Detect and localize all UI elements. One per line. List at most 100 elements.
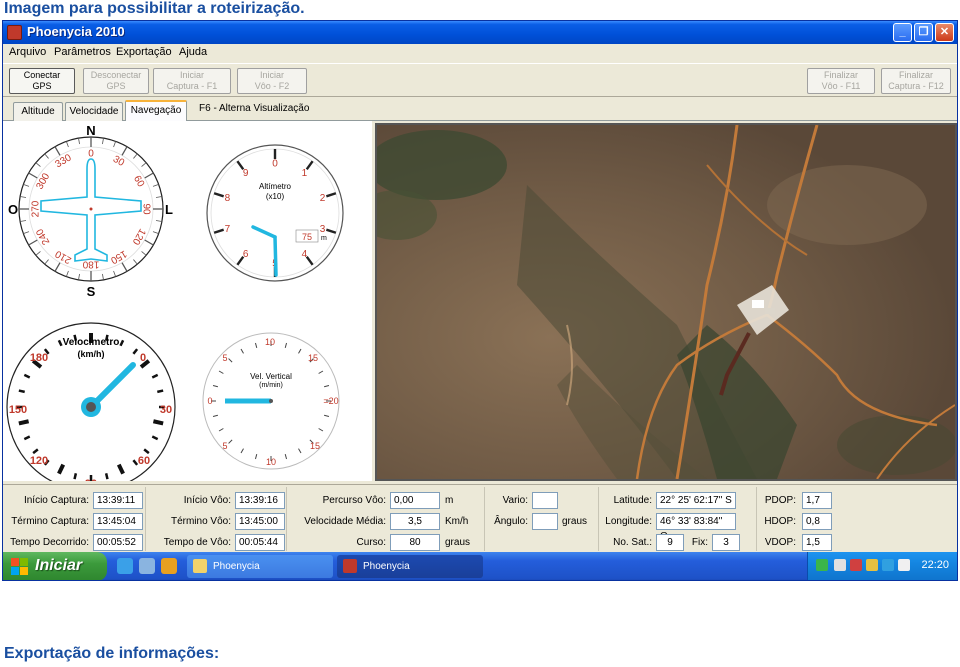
vario-label-15-bottom: 15 bbox=[310, 441, 320, 451]
folder-icon bbox=[193, 559, 207, 573]
position-group: Latitude: 22° 25' 62:17" S Longitude: 46… bbox=[602, 487, 757, 551]
tab-navegacao[interactable]: Navegação bbox=[125, 100, 187, 122]
explorer-icon[interactable] bbox=[139, 558, 155, 574]
tray-icon[interactable] bbox=[850, 559, 862, 571]
close-button[interactable]: ✕ bbox=[935, 23, 954, 42]
flight-duration-field: 00:05:44 bbox=[235, 534, 285, 551]
compass-west-label: O bbox=[8, 202, 18, 217]
satellite-map-image bbox=[377, 125, 955, 479]
vario-field-label: Vario: bbox=[502, 495, 528, 506]
flight-start-label: Início Vôo: bbox=[183, 495, 231, 506]
status-panel: Início Captura: 13:39:11 Término Captura… bbox=[3, 484, 957, 552]
tab-altitude[interactable]: Altitude bbox=[13, 102, 63, 121]
tray-icon[interactable] bbox=[816, 559, 828, 571]
minimize-button[interactable]: _ bbox=[893, 23, 912, 42]
tray-icon[interactable] bbox=[866, 559, 878, 571]
course-unit: graus bbox=[445, 537, 471, 548]
altimeter-number-7: 7 bbox=[225, 224, 231, 235]
capture-times-group: Início Captura: 13:39:11 Término Captura… bbox=[3, 487, 146, 551]
task-label: Phoenycia bbox=[213, 561, 260, 572]
vdop-label: VDOP: bbox=[764, 537, 796, 548]
vario-title: Vel. Vertical bbox=[250, 372, 292, 381]
avg-speed-field: 3,5 bbox=[390, 513, 440, 530]
connect-gps-button[interactable]: Conectar GPS bbox=[9, 68, 75, 94]
instrument-panel: 0 30 60 90 120 150 180 210 240 270 300 330 N L S O … bbox=[3, 121, 372, 481]
dop-group: PDOP: 1,7 HDOP: 0,8 VDOP: 1,5 bbox=[760, 487, 957, 551]
toolbar: Conectar GPS Desconectar GPS Iniciar Cap… bbox=[3, 63, 957, 97]
menu-ajuda[interactable]: Ajuda bbox=[179, 46, 207, 58]
menu-exportacao[interactable]: Exportação bbox=[116, 46, 172, 58]
altimeter-number-3: 3 bbox=[320, 224, 326, 235]
compass-east-label: L bbox=[165, 202, 173, 217]
distance-field: 0,00 bbox=[390, 492, 440, 509]
tab-velocidade[interactable]: Velocidade bbox=[65, 102, 123, 121]
capture-elapsed-label: Tempo Decorrido: bbox=[10, 537, 89, 548]
angle-label: Ângulo: bbox=[494, 516, 528, 527]
angle-unit: graus bbox=[562, 516, 588, 527]
menu-parametros[interactable]: Parâmetros bbox=[54, 46, 111, 58]
vario-label-0: 0 bbox=[207, 396, 212, 406]
speed-label-60: 60 bbox=[138, 455, 150, 467]
hdop-field: 0,8 bbox=[802, 513, 832, 530]
menu-bar: Arquivo Parâmetros Exportação Ajuda bbox=[3, 44, 957, 62]
fix-label: Fix: bbox=[691, 537, 708, 548]
route-group: Percurso Vôo: 0,00 m Velocidade Média: 3… bbox=[290, 487, 485, 551]
flight-start-field: 13:39:16 bbox=[235, 492, 285, 509]
satellite-map[interactable] bbox=[375, 123, 957, 481]
altimeter-number-0: 0 bbox=[272, 159, 278, 170]
maximize-button[interactable]: ❐ bbox=[914, 23, 933, 42]
task-label: Phoenycia bbox=[363, 561, 410, 572]
satellites-field: 9 bbox=[656, 534, 684, 551]
tray-icon[interactable] bbox=[882, 559, 894, 571]
speed-label-30: 30 bbox=[160, 404, 172, 416]
menu-arquivo[interactable]: Arquivo bbox=[9, 46, 46, 58]
flight-times-group: Início Vôo: 13:39:16 Término Vôo: 13:45:… bbox=[149, 487, 287, 551]
start-flight-button[interactable]: Iniciar Vôo - F2 bbox=[237, 68, 307, 94]
fix-field: 3 bbox=[712, 534, 740, 551]
disconnect-gps-button[interactable]: Desconectar GPS bbox=[83, 68, 149, 94]
compass-tick-label-270: 270 bbox=[31, 200, 42, 217]
start-capture-button[interactable]: Iniciar Captura - F1 bbox=[153, 68, 231, 94]
altimeter-unit: (x10) bbox=[266, 192, 285, 201]
altimeter-number-2: 2 bbox=[320, 193, 326, 204]
start-button[interactable]: Iniciar bbox=[3, 552, 107, 580]
volume-icon[interactable] bbox=[898, 559, 910, 571]
hdop-label: HDOP: bbox=[764, 516, 796, 527]
title-bar[interactable]: Phoenycia 2010 _ ❐ ✕ bbox=[3, 21, 957, 44]
ie-icon[interactable] bbox=[117, 558, 133, 574]
capture-start-label: Início Captura: bbox=[23, 495, 89, 506]
gauge-tick bbox=[152, 419, 164, 426]
view-tabs: Altitude Velocidade Navegação F6 - Alter… bbox=[3, 99, 957, 122]
compass-south-label: S bbox=[87, 284, 96, 299]
avg-speed-unit: Km/h bbox=[445, 516, 469, 527]
avg-speed-label: Velocidade Média: bbox=[304, 516, 386, 527]
altimeter-number-6: 6 bbox=[243, 249, 249, 260]
flight-end-field: 13:45:00 bbox=[235, 513, 285, 530]
capture-start-field: 13:39:11 bbox=[93, 492, 143, 509]
latitude-field: 22° 25' 62:17" S bbox=[656, 492, 736, 509]
altimeter-number-8: 8 bbox=[225, 193, 231, 204]
speedometer-title: Velocímetro bbox=[63, 337, 120, 348]
capture-end-label: Término Captura: bbox=[11, 516, 89, 527]
altimeter-gauge: 0123456789 Altímetro (x10) 75 m bbox=[206, 144, 344, 282]
speed-label-150: 150 bbox=[9, 404, 27, 416]
altimeter-readout-unit: m bbox=[321, 235, 327, 242]
compass-tick-label-0: 0 bbox=[88, 149, 94, 160]
course-label: Curso: bbox=[356, 537, 386, 548]
app-icon bbox=[7, 25, 22, 40]
longitude-field: 46° 33' 83:84" O bbox=[656, 513, 736, 542]
media-icon[interactable] bbox=[161, 558, 177, 574]
speed-label-180: 180 bbox=[30, 352, 48, 364]
end-capture-button[interactable]: Finalizar Captura - F12 bbox=[881, 68, 951, 94]
tab-hint: F6 - Alterna Visualização bbox=[199, 103, 310, 114]
end-flight-button[interactable]: Finalizar Vôo - F11 bbox=[807, 68, 875, 94]
altimeter-number-4: 4 bbox=[302, 249, 308, 260]
task-phoenycia-app[interactable]: Phoenycia bbox=[337, 555, 483, 578]
tray-icon[interactable] bbox=[834, 559, 846, 571]
capture-end-field: 13:45:04 bbox=[93, 513, 143, 530]
image-caption-bottom: Exportação de informações: bbox=[4, 645, 220, 662]
vario-unit: (m/min) bbox=[259, 382, 283, 389]
app-task-icon bbox=[343, 559, 357, 573]
task-phoenycia-folder[interactable]: Phoenycia bbox=[187, 555, 333, 578]
latitude-label: Latitude: bbox=[613, 495, 652, 506]
